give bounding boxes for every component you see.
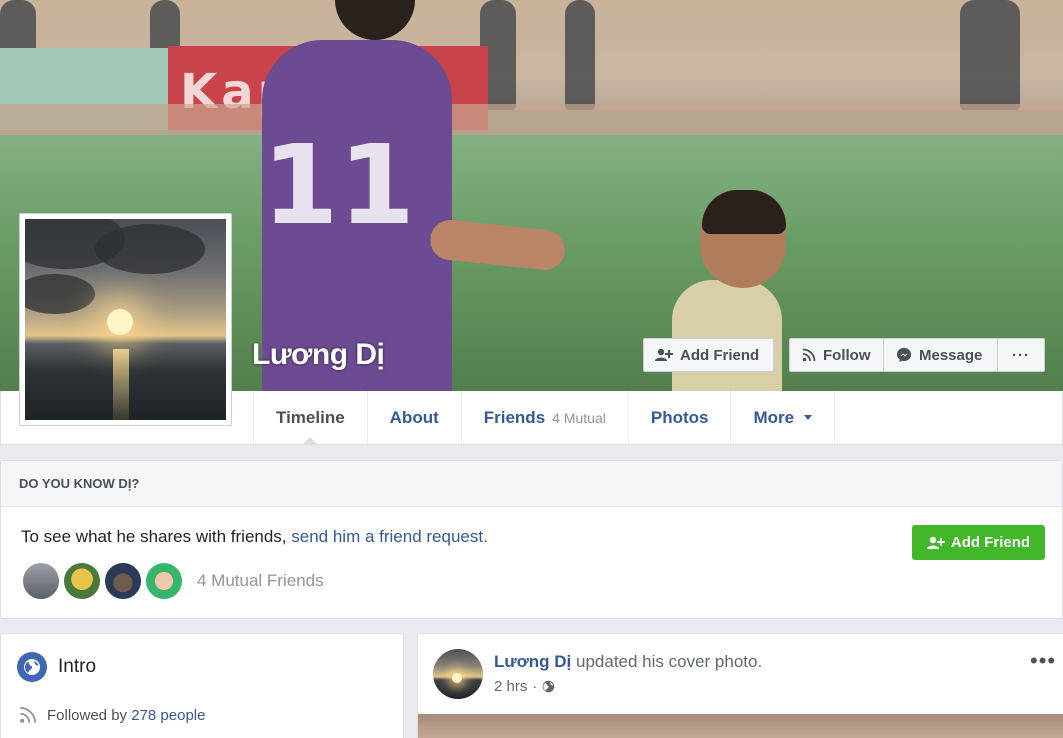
mutual-friend-avatar[interactable] [62, 561, 102, 601]
add-friend-label: Add Friend [680, 346, 760, 364]
do-you-know-card: DO YOU KNOW DỊ? To see what he shares wi… [0, 460, 1063, 619]
sun-shape [452, 673, 462, 683]
mutual-friend-avatar[interactable] [144, 561, 184, 601]
post-cover-image[interactable] [418, 714, 1063, 738]
post-header: Lương Dị updated his cover photo. [494, 652, 762, 672]
globe-icon [17, 652, 47, 682]
mutual-friends-row: 4 Mutual Friends [21, 561, 324, 601]
tab-label: Photos [650, 407, 709, 427]
cloud-shape [95, 224, 205, 274]
post-meta: 2 hrs · [494, 678, 555, 695]
message-label: Message [919, 346, 983, 364]
tab-label: Friends [483, 407, 546, 427]
profile-name[interactable]: Lương Dị [252, 338, 385, 372]
more-options-button[interactable]: ··· [998, 339, 1044, 371]
mutual-friends-count[interactable]: 4 Mutual Friends [197, 571, 324, 591]
follow-button[interactable]: Follow [790, 339, 884, 371]
more-options-icon: ··· [1012, 346, 1030, 364]
public-globe-icon[interactable] [542, 680, 555, 693]
mutual-friend-avatar[interactable] [103, 561, 143, 601]
do-you-know-prefix: To see what he shares with friends, [21, 527, 292, 546]
tab-friends[interactable]: Friends 4 Mutual [460, 391, 628, 444]
cover-bg-person [960, 0, 1020, 110]
intro-header: Intro [17, 652, 96, 682]
meta-separator: · [532, 678, 538, 695]
rss-icon [20, 707, 36, 723]
cover-bg-person [565, 0, 595, 110]
tab-more[interactable]: More [730, 391, 836, 444]
do-you-know-text: To see what he shares with friends, send… [21, 527, 488, 547]
profile-action-group: Follow Message ··· [789, 338, 1045, 372]
sun-shape [107, 309, 133, 335]
mutual-friend-avatar[interactable] [21, 561, 61, 601]
follow-label: Follow [823, 346, 871, 364]
message-button[interactable]: Message [884, 339, 998, 371]
post-options-icon[interactable]: ••• [1030, 648, 1056, 674]
followers-link[interactable]: 278 people [131, 707, 205, 724]
profile-picture-image [25, 219, 226, 420]
followed-by-prefix: Followed by [47, 706, 132, 724]
add-friend-green-label: Add Friend [950, 534, 1031, 551]
post-author-name[interactable]: Lương Dị [494, 652, 571, 671]
tab-label: More [753, 407, 795, 427]
post-action-text: updated his cover photo. [571, 652, 763, 671]
cover-kid [672, 280, 782, 391]
friend-request-link[interactable]: send him a friend request. [291, 527, 488, 546]
followed-by-row: Followed by 278 people [19, 706, 205, 724]
messenger-icon [897, 348, 911, 362]
tab-friends-mutual-count: 4 Mutual [552, 409, 606, 426]
rss-icon [802, 348, 816, 362]
cloud-shape [25, 274, 95, 314]
add-friend-icon [926, 536, 945, 549]
intro-card: Intro Followed by 278 people [0, 633, 404, 738]
tab-timeline[interactable]: Timeline [253, 391, 367, 445]
sun-reflection [113, 349, 129, 420]
do-you-know-title: DO YOU KNOW DỊ? [1, 461, 1062, 507]
caret-down-icon [804, 415, 813, 420]
add-friend-button[interactable]: Add Friend [643, 338, 774, 372]
cover-player-number: 11 [262, 121, 416, 249]
profile-picture[interactable] [19, 213, 232, 426]
post-timestamp[interactable]: 2 hrs [494, 678, 527, 695]
tab-photos[interactable]: Photos [627, 391, 731, 444]
add-friend-icon [655, 348, 673, 361]
tab-about[interactable]: About [366, 391, 461, 444]
intro-title: Intro [58, 656, 97, 677]
tab-label: About [389, 407, 439, 427]
profile-tabs: Timeline About Friends 4 Mutual Photos M… [253, 391, 836, 445]
post-author-avatar[interactable] [433, 649, 483, 699]
tab-label: Timeline [276, 407, 345, 427]
add-friend-green-button[interactable]: Add Friend [912, 525, 1045, 560]
post-card: Lương Dị updated his cover photo. 2 hrs … [417, 633, 1063, 738]
